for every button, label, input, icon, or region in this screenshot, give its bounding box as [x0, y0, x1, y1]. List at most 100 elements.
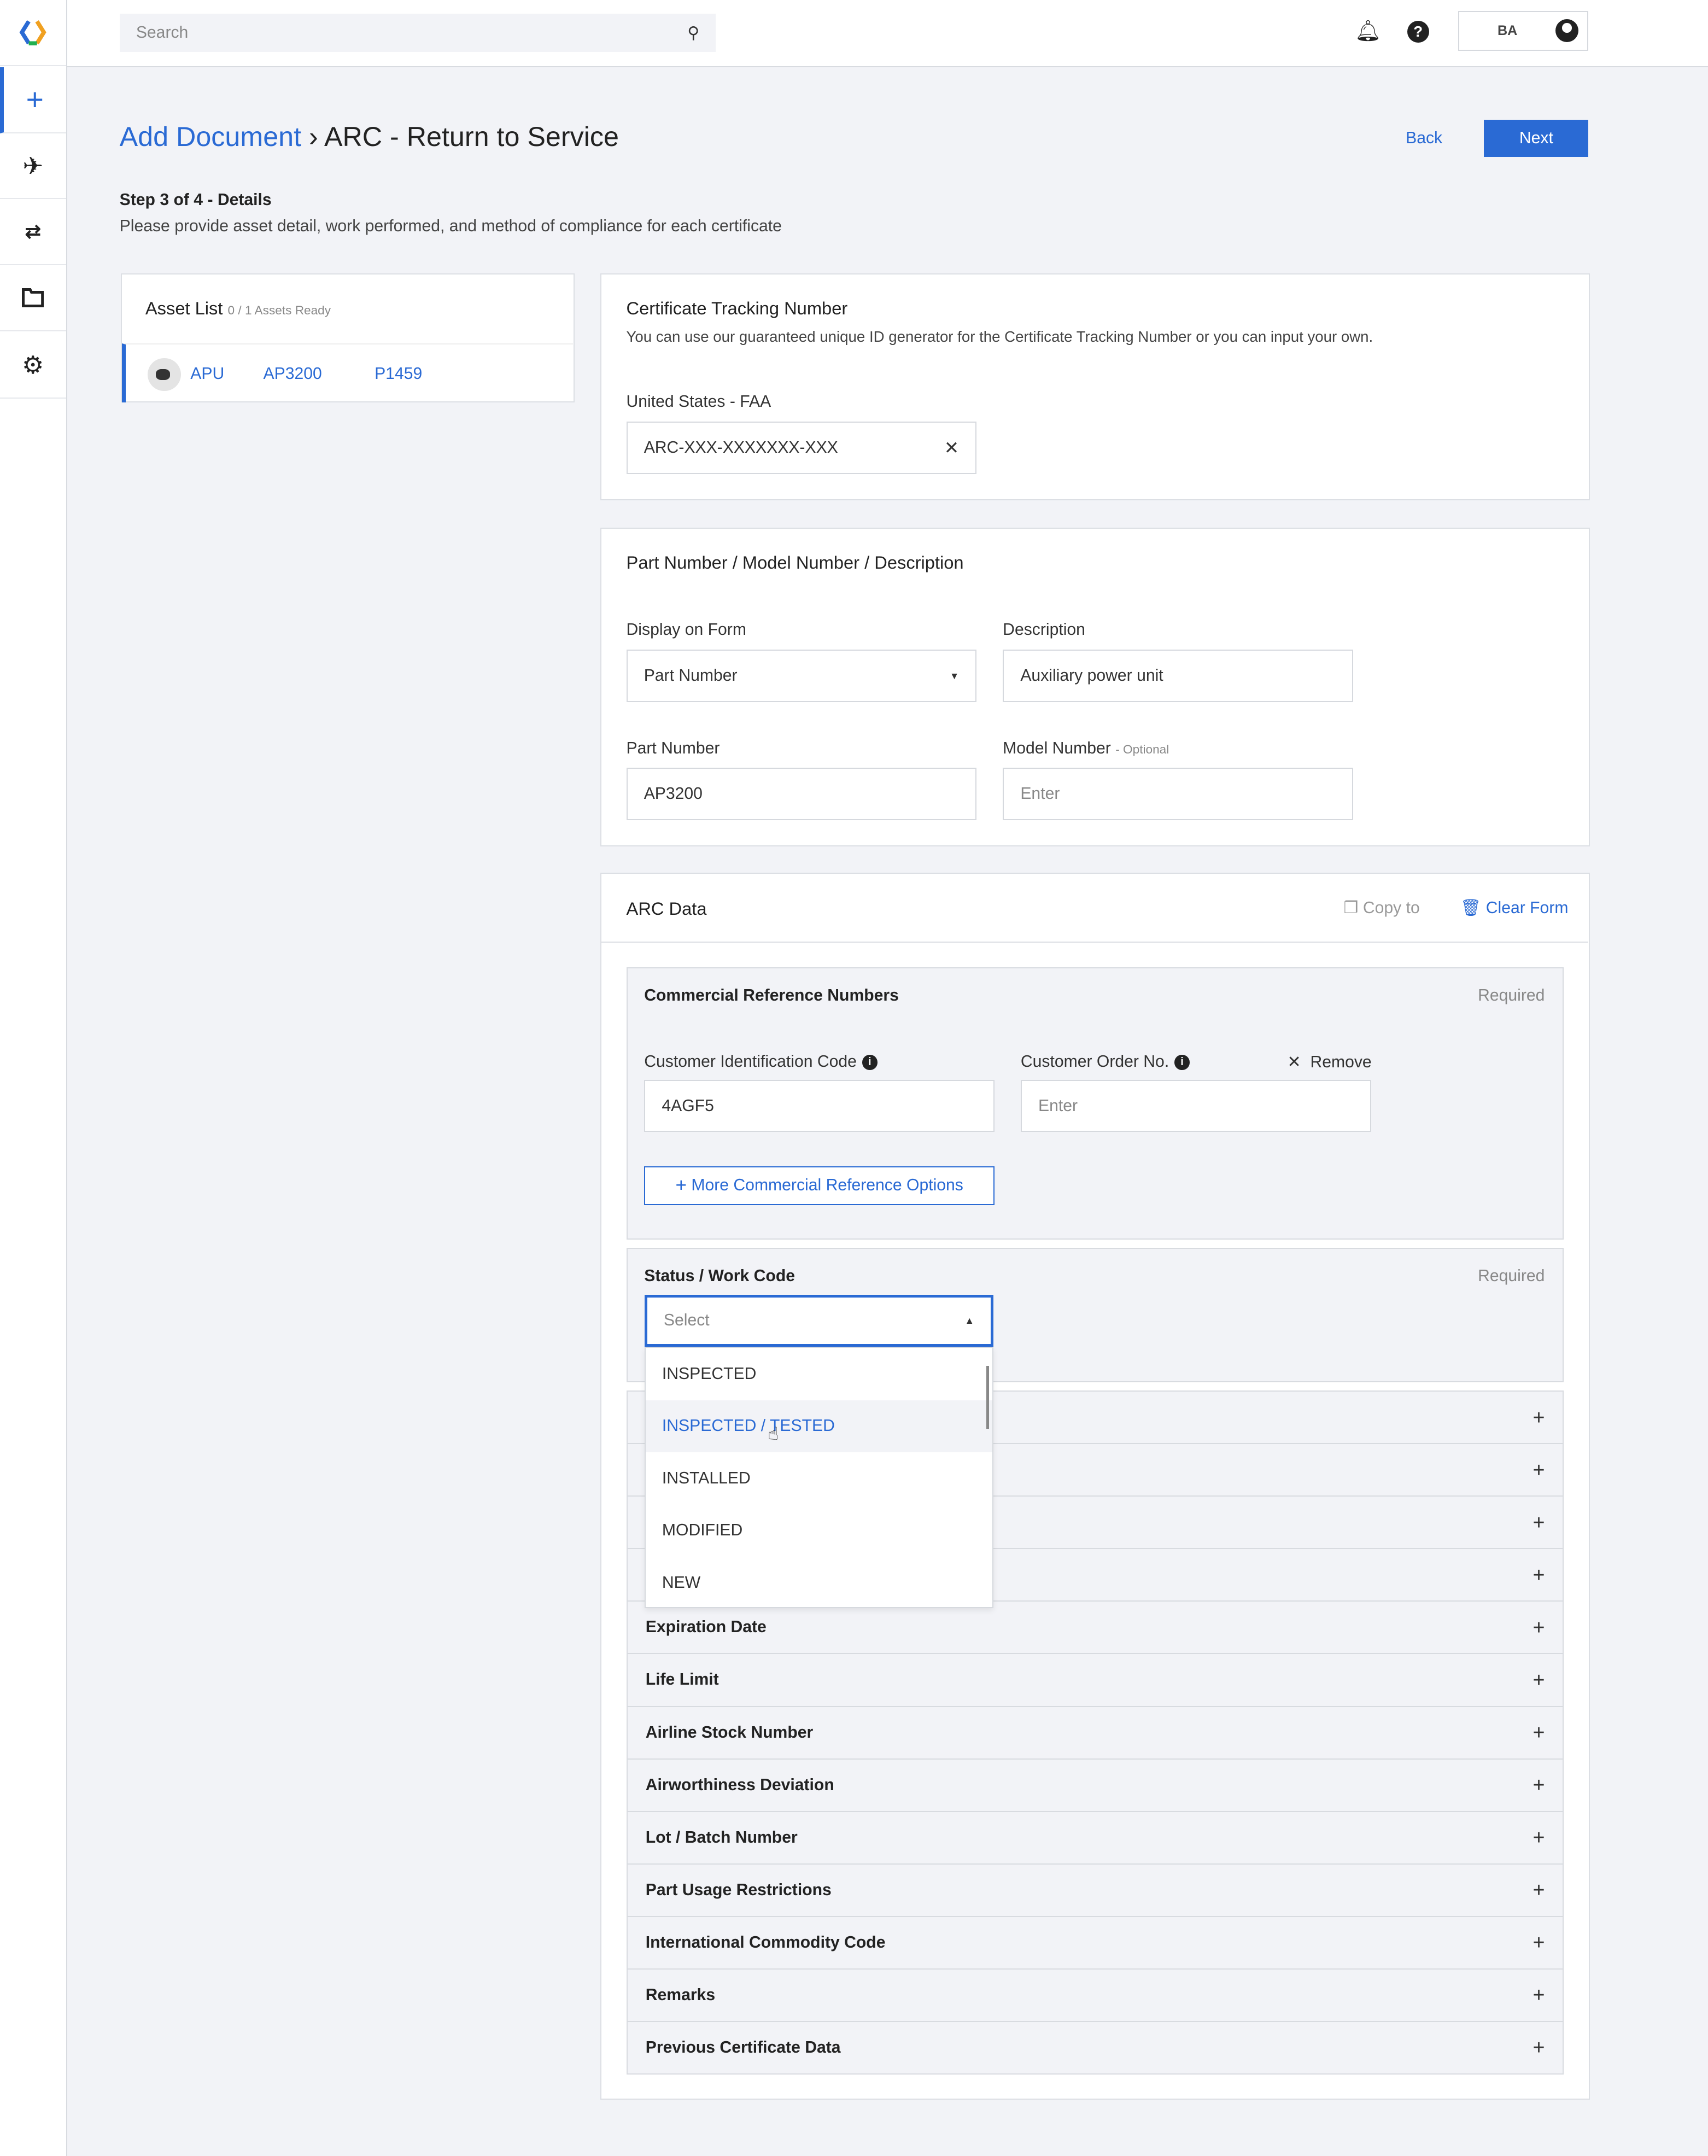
- certificate-description: You can use our guaranteed unique ID gen…: [626, 328, 1373, 346]
- accordion-row[interactable]: Previous Certificate Data +: [627, 2020, 1564, 2075]
- dropdown-option[interactable]: INSTALLED: [646, 1452, 992, 1505]
- clear-icon[interactable]: ✕: [944, 437, 959, 458]
- search-icon[interactable]: ⚲: [687, 24, 699, 43]
- breadcrumb-add-document[interactable]: Add Document: [120, 121, 301, 152]
- certificate-number-value: ARC-XXX-XXXXXXX-XXX: [644, 438, 838, 457]
- info-icon[interactable]: i: [1174, 1054, 1190, 1070]
- help-icon[interactable]: ?: [1407, 20, 1429, 43]
- expand-plus-icon[interactable]: +: [1532, 1878, 1545, 1902]
- description-value: Auxiliary power unit: [1020, 667, 1163, 685]
- asset-name: APU: [190, 365, 225, 383]
- search-input[interactable]: Search ⚲: [119, 14, 716, 52]
- expand-plus-icon[interactable]: +: [1532, 1616, 1545, 1639]
- faa-label: United States - FAA: [626, 393, 771, 411]
- expand-plus-icon[interactable]: +: [1532, 1721, 1545, 1744]
- breadcrumb-separator: ›: [309, 121, 318, 153]
- logo[interactable]: [0, 0, 66, 66]
- accordion-row[interactable]: Life Limit +: [627, 1653, 1564, 1707]
- dropdown-scrollbar[interactable]: [986, 1365, 990, 1429]
- status-work-code-title: Status / Work Code: [644, 1266, 795, 1285]
- clear-form-button[interactable]: 🗑︎ Clear Form: [1460, 898, 1568, 918]
- plus-icon: +: [675, 1175, 687, 1196]
- required-tag: Required: [1478, 1266, 1545, 1285]
- part-panel: Part Number / Model Number / Description…: [600, 528, 1590, 847]
- more-commercial-reference-button[interactable]: + More Commercial Reference Options: [644, 1166, 995, 1205]
- asset-serial-number: P1459: [375, 365, 423, 383]
- page-title: Add Document › ARC - Return to Service: [120, 121, 619, 153]
- part-title: Part Number / Model Number / Description: [626, 552, 964, 572]
- dropdown-option[interactable]: MODIFIED: [646, 1505, 992, 1557]
- sidebar-item-aircraft[interactable]: ✈: [0, 133, 66, 200]
- dropdown-option[interactable]: NEW: [646, 1557, 992, 1609]
- accordion-title: Airworthiness Deviation: [645, 1775, 834, 1794]
- gear-icon: ⚙: [22, 351, 44, 379]
- airplane-icon: ✈: [22, 151, 44, 180]
- accordion-row[interactable]: Airworthiness Deviation +: [627, 1758, 1564, 1812]
- expand-plus-icon[interactable]: +: [1532, 2036, 1545, 2059]
- sidebar-item-add[interactable]: +: [0, 67, 66, 133]
- description-label: Description: [1003, 621, 1085, 639]
- dropdown-option[interactable]: INSPECTED / TESTED: [645, 1400, 993, 1453]
- remove-button[interactable]: ✕ Remove: [1287, 1053, 1371, 1072]
- expand-plus-icon[interactable]: +: [1532, 1563, 1545, 1587]
- accordion-row[interactable]: Remarks +: [627, 1968, 1564, 2022]
- status-work-code-select[interactable]: Select ▲: [644, 1294, 994, 1347]
- user-menu[interactable]: BA: [1458, 11, 1589, 51]
- expand-plus-icon[interactable]: +: [1532, 1983, 1545, 2007]
- expand-plus-icon[interactable]: +: [1532, 1511, 1545, 1534]
- expand-plus-icon[interactable]: +: [1532, 1458, 1545, 1482]
- certificate-panel: Certificate Tracking Number You can use …: [600, 273, 1590, 500]
- part-number-value: AP3200: [644, 785, 703, 803]
- customer-id-code-input[interactable]: 4AGF5: [644, 1079, 995, 1132]
- bell-icon[interactable]: 🔔︎: [1355, 19, 1381, 43]
- expand-plus-icon[interactable]: +: [1532, 1826, 1545, 1849]
- expand-plus-icon[interactable]: +: [1532, 1773, 1545, 1797]
- caret-up-icon: ▲: [964, 1314, 974, 1326]
- sidebar-item-folder[interactable]: [0, 265, 66, 331]
- asset-thumbnail: [148, 358, 181, 392]
- expand-plus-icon[interactable]: +: [1532, 1668, 1545, 1692]
- copy-icon: ❐: [1343, 899, 1359, 918]
- accordion-row[interactable]: International Commodity Code +: [627, 1915, 1564, 1970]
- info-icon[interactable]: i: [862, 1054, 878, 1070]
- asset-list-item[interactable]: APU AP3200 P1459: [122, 343, 573, 402]
- expand-plus-icon[interactable]: +: [1532, 1406, 1545, 1429]
- accordion-title: Life Limit: [645, 1670, 719, 1689]
- part-number-input[interactable]: AP3200: [626, 768, 977, 820]
- user-initials: BA: [1497, 23, 1518, 39]
- document-type-title: ARC - Return to Service: [324, 121, 619, 153]
- copy-to-label: Copy to: [1362, 899, 1420, 918]
- accordion-title: Previous Certificate Data: [645, 2038, 841, 2056]
- accordion-title: Expiration Date: [645, 1618, 767, 1637]
- accordion-row[interactable]: Airline Stock Number +: [627, 1705, 1564, 1760]
- customer-order-label: Customer Order No.: [1020, 1052, 1169, 1071]
- remove-label: Remove: [1310, 1053, 1372, 1071]
- asset-list-title: Asset List: [145, 297, 223, 318]
- back-button[interactable]: Back: [1406, 129, 1442, 148]
- customer-order-input[interactable]: Enter: [1020, 1079, 1371, 1132]
- model-number-input[interactable]: Enter: [1003, 768, 1354, 820]
- hand-cursor-icon: ☝︎: [768, 1423, 779, 1444]
- model-number-label: Model Number: [1003, 739, 1111, 757]
- sidebar-item-transfer[interactable]: ⇄: [0, 199, 66, 266]
- more-options-label: More Commercial Reference Options: [691, 1176, 963, 1195]
- display-on-form-select[interactable]: Part Number ▼: [626, 650, 977, 702]
- commercial-reference-title: Commercial Reference Numbers: [644, 986, 899, 1005]
- next-button[interactable]: Next: [1484, 119, 1589, 157]
- display-on-form-label: Display on Form: [626, 621, 746, 639]
- certificate-title: Certificate Tracking Number: [626, 297, 848, 318]
- asset-part-number: AP3200: [263, 365, 322, 383]
- folder-icon: [22, 288, 44, 307]
- description-input[interactable]: Auxiliary power unit: [1003, 650, 1354, 702]
- expand-plus-icon[interactable]: +: [1532, 1931, 1545, 1954]
- avatar-icon: [1555, 19, 1579, 43]
- trash-icon: 🗑︎: [1460, 899, 1482, 918]
- certificate-number-input[interactable]: ARC-XXX-XXXXXXX-XXX ✕: [626, 422, 977, 474]
- accordion-row[interactable]: Part Usage Restrictions +: [627, 1863, 1564, 1917]
- copy-to-button[interactable]: ❐ Copy to: [1343, 898, 1419, 918]
- display-on-form-value: Part Number: [644, 667, 738, 685]
- sidebar-item-settings[interactable]: ⚙: [0, 332, 66, 399]
- accordion-title: International Commodity Code: [645, 1933, 886, 1951]
- dropdown-option[interactable]: INSPECTED: [646, 1348, 992, 1400]
- accordion-row[interactable]: Lot / Batch Number +: [627, 1810, 1564, 1865]
